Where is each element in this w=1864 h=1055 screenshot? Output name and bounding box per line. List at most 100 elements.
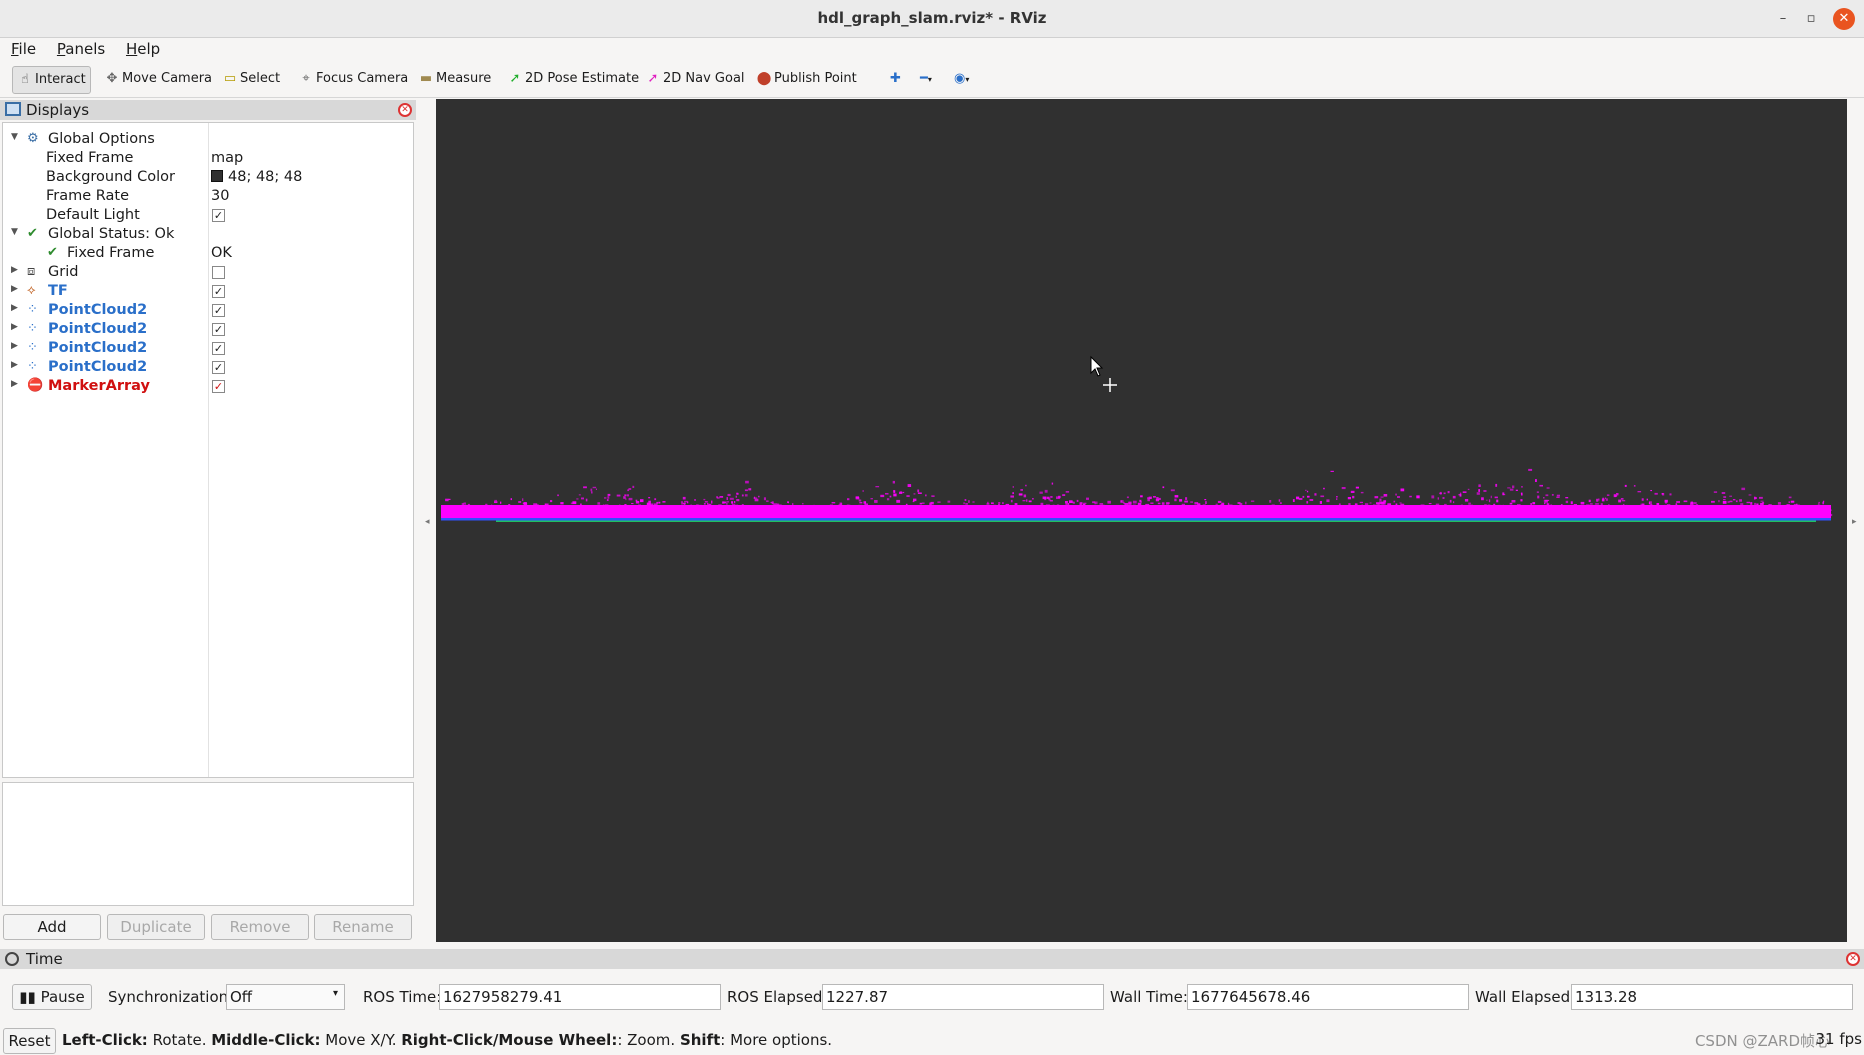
property-value[interactable]: 30 xyxy=(211,188,229,204)
enable-checkbox[interactable]: ✓ xyxy=(212,209,225,222)
property-value[interactable]: map xyxy=(211,150,243,166)
enable-checkbox[interactable] xyxy=(212,266,225,279)
color-swatch[interactable] xyxy=(211,170,223,182)
ros-elapsed-field[interactable]: 1227.87 xyxy=(822,984,1104,1010)
enable-checkbox[interactable]: ✓ xyxy=(212,361,225,374)
tool-2d-nav-goal[interactable]: ➚ 2D Nav Goal xyxy=(641,66,749,94)
tool-publish-point[interactable]: ⬤ Publish Point xyxy=(752,66,861,94)
close-window-button[interactable]: ✕ xyxy=(1833,8,1855,30)
enable-checkbox[interactable]: ✓ xyxy=(212,323,225,336)
view-options-button[interactable]: ◉▾ xyxy=(950,66,973,94)
grid-icon: ⧈ xyxy=(27,264,36,279)
cloud-point xyxy=(1065,501,1068,504)
collapse-arrow-icon[interactable]: ▶ xyxy=(11,360,18,370)
pointcloud-icon: ⁘ xyxy=(27,359,38,374)
cloud-point xyxy=(1468,502,1471,505)
cloud-point xyxy=(1616,493,1619,496)
add-button[interactable]: Add xyxy=(3,914,101,940)
cloud-point xyxy=(591,491,593,494)
display-row-background-color[interactable]: Background Color 48; 48; 48 xyxy=(3,168,413,187)
collapse-arrow-icon[interactable]: ▶ xyxy=(11,341,18,351)
ros-time-field[interactable]: 1627958279.41 xyxy=(439,984,721,1010)
tool-move-camera[interactable]: ✥ Move Camera xyxy=(100,66,216,94)
cloud-point xyxy=(1306,490,1309,493)
sync-select[interactable]: Off ▾ xyxy=(226,984,345,1010)
tool-interact[interactable]: ☝ Interact xyxy=(12,66,91,94)
displays-header: Displays ✕ xyxy=(0,100,416,120)
tool-2d-pose-estimate[interactable]: ➚ 2D Pose Estimate xyxy=(503,66,643,94)
cloud-point xyxy=(1543,497,1545,499)
enable-checkbox[interactable]: ✓ xyxy=(212,342,225,355)
pause-button[interactable]: ▮▮ Pause xyxy=(12,984,92,1010)
ruler-icon: ▬ xyxy=(419,71,433,86)
collapse-arrow-icon[interactable]: ▶ xyxy=(11,265,18,275)
cloud-point xyxy=(1449,499,1452,503)
close-panel-button[interactable]: ✕ xyxy=(398,103,412,117)
cloud-point xyxy=(1535,479,1537,482)
rename-button[interactable]: Rename xyxy=(314,914,412,940)
menu-panels[interactable]: Panels xyxy=(57,38,105,58)
cloud-point xyxy=(1156,497,1159,500)
maximize-button[interactable]: ▫ xyxy=(1800,8,1822,30)
display-row-grid[interactable]: ▶ ⧈ Grid xyxy=(3,263,413,282)
display-row-frame-rate[interactable]: Frame Rate 30 xyxy=(3,187,413,206)
cloud-point xyxy=(847,498,850,501)
cloud-point xyxy=(1048,498,1051,501)
minimize-button[interactable]: – xyxy=(1772,8,1794,30)
3d-render-view[interactable] xyxy=(436,99,1847,942)
wall-time-field[interactable]: 1677645678.46 xyxy=(1187,984,1469,1010)
cloud-point xyxy=(1383,494,1388,497)
cloud-point xyxy=(1409,495,1412,498)
property-value[interactable]: 48; 48; 48 xyxy=(211,169,302,185)
reset-button[interactable]: Reset xyxy=(3,1028,56,1054)
cloud-point xyxy=(607,496,610,499)
display-row-pointcloud2[interactable]: ▶ ⁘ PointCloud2 ✓ xyxy=(3,320,413,339)
remove-tool-button[interactable]: ━▾ xyxy=(916,66,936,94)
tool-focus-camera[interactable]: ⌖ Focus Camera xyxy=(294,66,412,94)
tool-select[interactable]: ▭ Select xyxy=(218,66,284,94)
cloud-point xyxy=(1079,502,1082,506)
eye-icon: ◉ xyxy=(954,71,966,86)
display-row-pointcloud2[interactable]: ▶ ⁘ PointCloud2 ✓ xyxy=(3,301,413,320)
cloud-point xyxy=(1399,502,1402,504)
cloud-point xyxy=(1537,495,1540,499)
display-row-global-status-ok[interactable]: ▼ ✔ Global Status: Ok xyxy=(3,225,413,244)
display-row-fixed-frame[interactable]: ✔ Fixed Frame OK xyxy=(3,244,413,263)
collapse-arrow-icon[interactable]: ▶ xyxy=(11,379,18,389)
display-row-default-light[interactable]: Default Light ✓ xyxy=(3,206,413,225)
left-splitter[interactable]: ◂ xyxy=(420,99,436,942)
tool-bar: ✚ ━▾ ◉▾ ☝ Interact ✥ Move Camera ▭ Select ⌖ Foc… xyxy=(0,62,1864,98)
display-row-tf[interactable]: ▶ ⟡ TF ✓ xyxy=(3,282,413,301)
wall-elapsed-field[interactable]: 1313.28 xyxy=(1571,984,1853,1010)
collapse-arrow-icon[interactable]: ▶ xyxy=(11,303,18,313)
collapse-arrow-icon[interactable]: ▶ xyxy=(11,322,18,332)
enable-checkbox[interactable]: ✓ xyxy=(212,304,225,317)
cloud-point xyxy=(1654,492,1658,495)
collapse-arrow-icon[interactable]: ▶ xyxy=(11,284,18,294)
display-label: Fixed Frame xyxy=(46,150,134,166)
duplicate-button[interactable]: Duplicate xyxy=(107,914,205,940)
expand-arrow-icon[interactable]: ▼ xyxy=(11,227,18,237)
display-row-global-options[interactable]: ▼ ⚙ Global Options xyxy=(3,130,413,149)
collapse-right-icon: ▸ xyxy=(1852,517,1857,527)
display-row-pointcloud2[interactable]: ▶ ⁘ PointCloud2 ✓ xyxy=(3,358,413,377)
remove-button[interactable]: Remove xyxy=(211,914,309,940)
display-label: PointCloud2 xyxy=(48,340,148,356)
display-row-markerarray[interactable]: ▶ ⛔ MarkerArray ✓ xyxy=(3,377,413,396)
cloud-point xyxy=(1326,499,1330,503)
cloud-point xyxy=(560,502,564,505)
property-value[interactable]: OK xyxy=(211,245,232,261)
enable-checkbox[interactable]: ✓ xyxy=(212,380,225,393)
cloud-point xyxy=(1633,485,1636,487)
add-tool-button[interactable]: ✚ xyxy=(886,66,905,94)
tool-measure[interactable]: ▬ Measure xyxy=(414,66,495,94)
menu-help[interactable]: Help xyxy=(126,38,160,58)
menu-file[interactable]: File xyxy=(11,38,36,58)
right-splitter[interactable]: ▸ xyxy=(1847,99,1864,942)
close-panel-button[interactable]: ✕ xyxy=(1846,952,1860,966)
display-row-pointcloud2[interactable]: ▶ ⁘ PointCloud2 ✓ xyxy=(3,339,413,358)
cloud-point xyxy=(1330,470,1334,472)
expand-arrow-icon[interactable]: ▼ xyxy=(11,132,18,142)
display-row-fixed-frame[interactable]: Fixed Frame map xyxy=(3,149,413,168)
enable-checkbox[interactable]: ✓ xyxy=(212,285,225,298)
